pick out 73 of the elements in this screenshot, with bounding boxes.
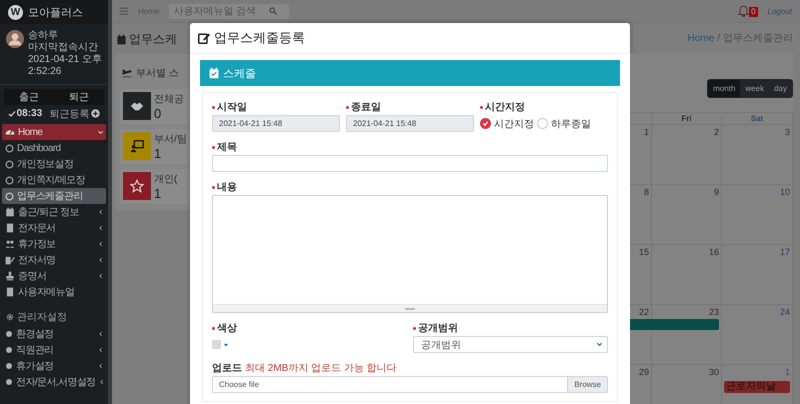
date-number: 17: [780, 247, 790, 257]
menu-item[interactable]: 전자/문서,서명설정: [2, 374, 106, 390]
date-number: 8: [644, 187, 649, 197]
stat-count: 1: [154, 146, 162, 161]
user-name: 송하루: [28, 30, 59, 42]
submenu-item[interactable]: Dashboard: [2, 140, 106, 156]
notification-badge: 0: [749, 7, 758, 17]
date-field[interactable]: 2021-04-21 15:48: [212, 115, 340, 132]
file-input[interactable]: Choose file: [212, 376, 568, 393]
field-label: 색상: [217, 322, 237, 335]
menu-item[interactable]: 출근/퇴근 정보: [2, 204, 106, 220]
section-title: 부서별 스: [136, 67, 179, 80]
view-button[interactable]: day: [769, 80, 792, 97]
breadcrumb-separator: /: [717, 32, 720, 44]
attendance-tab[interactable]: 출근: [4, 89, 54, 105]
field-label: 종료일: [351, 101, 381, 114]
radio-label[interactable]: 하루종일: [551, 116, 591, 130]
submenu-item[interactable]: 개인정보설정: [2, 156, 106, 172]
date-number: 15: [638, 247, 649, 257]
stat-label: 전체공: [154, 93, 184, 106]
date-number: 3: [784, 127, 790, 137]
attendance-tab[interactable]: 퇴근: [54, 89, 104, 105]
menu-item[interactable]: Home: [2, 124, 106, 140]
submenu-item[interactable]: 업무스케줄관리: [2, 188, 106, 204]
date-field[interactable]: 2021-04-21 15:48: [346, 115, 474, 132]
last-login-label: 마지막접속시간: [28, 42, 99, 54]
stat-label: 부서/팀: [154, 133, 187, 146]
field-label: 시간지정: [485, 101, 525, 114]
stat-label: 개인(: [154, 173, 178, 186]
date-number: 22: [638, 307, 649, 317]
field-label: 내용: [217, 181, 237, 194]
date-number: 1: [644, 127, 649, 137]
menu-item[interactable]: 증명서: [2, 268, 106, 284]
last-login-time: 2021-04-21 오후 2:52:26: [28, 54, 103, 78]
field-label: 공개범위: [418, 322, 458, 335]
app-title: 모아플러스: [28, 6, 83, 20]
menu-item[interactable]: 휴가설정: [2, 358, 106, 374]
section-title: 스케줄: [223, 66, 256, 80]
page-title: 업무스케: [129, 31, 177, 48]
submenu-item[interactable]: 개인쪽지/메모장: [2, 172, 106, 188]
field-label: 시작일: [217, 101, 247, 114]
radio-label[interactable]: 시간지정: [494, 116, 534, 130]
menu-item[interactable]: 전자문서: [2, 220, 106, 236]
view-button[interactable]: week: [740, 80, 770, 97]
date-number: 30: [708, 367, 719, 377]
view-button[interactable]: month: [708, 80, 740, 97]
date-number: 16: [708, 247, 719, 257]
menu-item[interactable]: 직원관리: [2, 342, 106, 358]
dialog-title: 업무스케줄등록: [214, 29, 305, 47]
date-number: 2: [714, 127, 719, 137]
clock-out-link[interactable]: 퇴근등록: [49, 106, 100, 120]
menu-item[interactable]: 전자서명: [2, 252, 106, 268]
menu-item[interactable]: 사용자메뉴얼: [2, 284, 106, 300]
upload-note: 최대 2MB까지 업로드 가능 합니다: [245, 362, 397, 375]
day-header: Fri: [652, 113, 722, 125]
menu-item[interactable]: 환경설정: [2, 326, 106, 342]
logo: W: [8, 4, 23, 20]
date-number: 23: [708, 307, 719, 317]
date-number: 1: [784, 367, 790, 377]
section-title: 관리자설정: [17, 311, 67, 324]
menu-item[interactable]: 휴가정보: [2, 236, 106, 252]
field-label: 제목: [217, 141, 237, 154]
field-label: 업로드: [212, 362, 242, 375]
day-header: Sat: [722, 113, 793, 125]
date-number: 10: [780, 187, 790, 197]
date-number: 29: [638, 367, 649, 377]
date-number: 9: [714, 187, 719, 197]
visibility-select[interactable]: 공개범위: [413, 336, 608, 353]
browse-button[interactable]: Browse: [567, 376, 608, 393]
date-number: 24: [780, 307, 790, 317]
clock-in-time: 08:33: [16, 108, 42, 119]
stat-count: 0: [154, 106, 162, 121]
stat-count: 1: [154, 186, 162, 201]
